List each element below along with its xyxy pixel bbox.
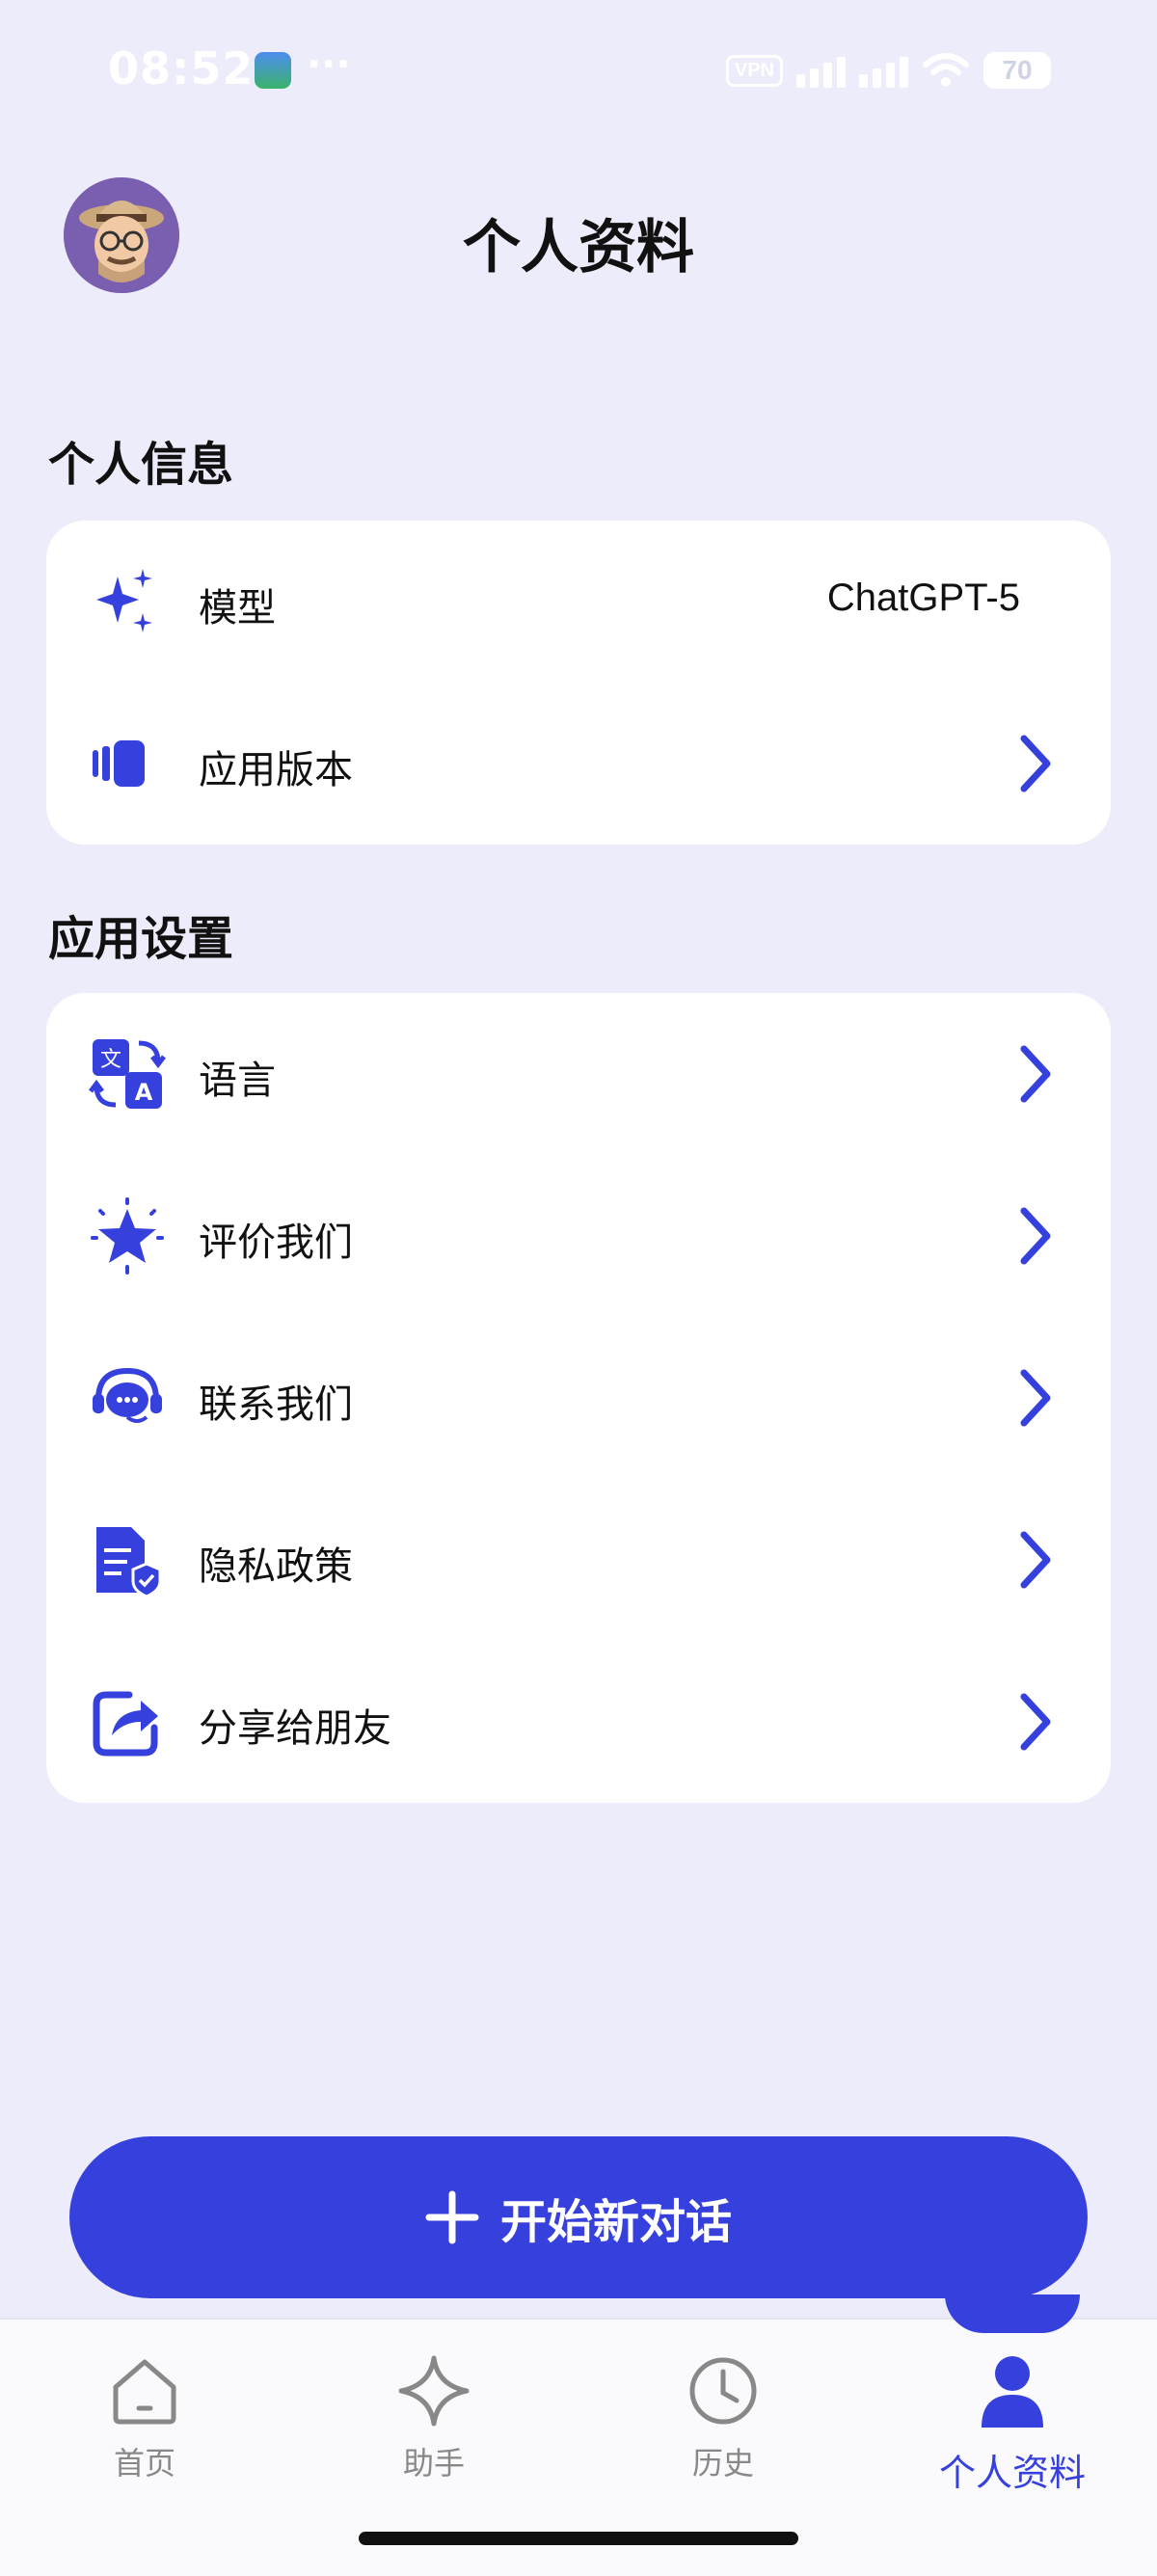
more-notifications-icon: ··· — [307, 42, 351, 87]
privacy-policy-label: 隐私政策 — [199, 1544, 353, 1589]
model-label: 模型 — [199, 586, 276, 631]
battery-icon: 70 — [983, 52, 1051, 89]
support-chat-icon — [93, 1367, 162, 1423]
app-version-label: 应用版本 — [199, 748, 353, 792]
language-row[interactable]: 文 A 语言 — [46, 993, 1111, 1155]
home-indicator[interactable] — [359, 2532, 798, 2545]
section-title-personal-info: 个人信息 — [48, 438, 234, 492]
nav-active-indicator — [945, 2294, 1080, 2333]
clock-icon — [689, 2357, 757, 2425]
start-new-chat-label: 开始新对话 — [499, 2195, 732, 2249]
language-label: 语言 — [199, 1059, 276, 1103]
home-icon — [113, 2359, 176, 2425]
signal-icon — [796, 53, 846, 88]
status-bar: 08:52 ··· VPN 70 — [0, 0, 1157, 145]
chevron-right-icon — [1020, 1207, 1051, 1265]
contact-us-label: 联系我们 — [199, 1382, 353, 1427]
vpn-icon: VPN — [725, 54, 783, 87]
nav-home[interactable]: 首页 — [0, 2352, 289, 2483]
status-time: 08:52 — [108, 42, 255, 94]
rate-us-row[interactable]: 评价我们 — [46, 1155, 1111, 1317]
nav-history-label: 历史 — [691, 2445, 754, 2482]
sparkle-icon — [398, 2355, 470, 2427]
star-icon — [91, 1197, 164, 1275]
sparkles-icon — [96, 569, 152, 632]
wifi-icon — [923, 53, 969, 87]
signal-2-icon — [859, 53, 908, 88]
chevron-right-icon — [1020, 735, 1051, 792]
app-version-row[interactable]: 应用版本 — [46, 683, 1111, 845]
translate-icon: 文 A — [89, 1039, 166, 1109]
svg-text:A: A — [135, 1079, 153, 1106]
privacy-policy-row[interactable]: 隐私政策 — [46, 1479, 1111, 1641]
model-row[interactable]: 模型 ChatGPT-5 — [46, 521, 1111, 683]
start-new-chat-button[interactable]: 开始新对话 — [69, 2136, 1088, 2298]
share-icon — [93, 1691, 158, 1757]
plus-icon — [425, 2190, 479, 2244]
app-settings-card: 文 A 语言 评价我们 联系我们 隐私政策 分享给朋友 — [46, 993, 1111, 1803]
share-label: 分享给朋友 — [199, 1706, 391, 1751]
chevron-right-icon — [1020, 1369, 1051, 1427]
chevron-right-icon — [1020, 1693, 1051, 1751]
svg-text:文: 文 — [100, 1048, 121, 1072]
nav-assistant-label: 助手 — [402, 2445, 465, 2482]
section-title-app-settings: 应用设置 — [48, 912, 234, 966]
contact-us-row[interactable]: 联系我们 — [46, 1317, 1111, 1479]
page-title: 个人资料 — [463, 214, 694, 282]
share-row[interactable]: 分享给朋友 — [46, 1641, 1111, 1803]
nav-profile-label: 个人资料 — [938, 2452, 1086, 2494]
app-version-icon — [93, 740, 145, 787]
chevron-right-icon — [1020, 1045, 1051, 1103]
nav-assistant[interactable]: 助手 — [289, 2352, 578, 2483]
personal-info-card: 模型 ChatGPT-5 应用版本 — [46, 521, 1111, 845]
chevron-right-icon — [1020, 1531, 1051, 1589]
status-indicators: VPN 70 — [725, 48, 1051, 93]
rate-us-label: 评价我们 — [199, 1221, 353, 1265]
person-icon — [982, 2356, 1043, 2428]
privacy-document-icon — [96, 1527, 162, 1598]
app-notification-icon — [255, 52, 291, 89]
nav-home-label: 首页 — [113, 2445, 175, 2482]
nav-history[interactable]: 历史 — [578, 2352, 868, 2483]
nav-profile[interactable]: 个人资料 — [868, 2352, 1157, 2496]
model-value: ChatGPT-5 — [826, 577, 1020, 619]
